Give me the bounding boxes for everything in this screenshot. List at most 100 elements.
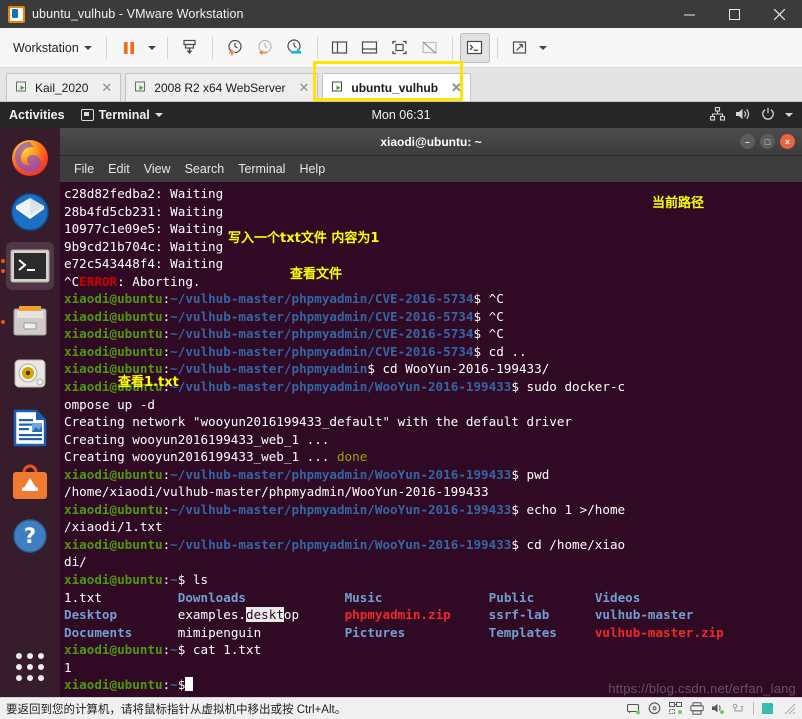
stretch-dropdown-button[interactable] — [535, 33, 551, 63]
chevron-down-icon — [147, 45, 156, 50]
dock-item-libreoffice-writer[interactable] — [6, 404, 54, 452]
dock-item-terminal[interactable] — [1, 242, 54, 290]
status-device-icons — [627, 702, 796, 715]
terminal-minimize-button[interactable]: – — [740, 134, 755, 149]
window-titlebar: ubuntu_vulhub - VMware Workstation — [0, 0, 802, 28]
terminal-menubar: File Edit View Search Terminal Help — [60, 156, 802, 182]
dock-item-thunderbird[interactable] — [6, 188, 54, 236]
ubuntu-software-icon — [13, 464, 47, 499]
close-icon[interactable]: ✕ — [101, 80, 112, 96]
usb-icon[interactable] — [732, 702, 746, 715]
snapshot-take-button[interactable] — [220, 33, 250, 63]
console-view-button[interactable] — [459, 32, 490, 63]
virtual-machine-icon — [332, 81, 345, 94]
vm-tab-ubuntu-vulhub[interactable]: ubuntu_vulhub ✕ — [322, 73, 471, 101]
minimize-button[interactable] — [667, 0, 712, 28]
guest-os-screen: Activities Terminal Mon 06:31 ? xiaodi@u… — [0, 102, 802, 697]
suspend-dropdown-button[interactable] — [144, 33, 160, 63]
printer-icon[interactable] — [690, 702, 704, 715]
close-icon[interactable]: ✕ — [451, 80, 462, 96]
dock-item-help[interactable]: ? — [6, 512, 54, 560]
terminal-close-button[interactable]: × — [780, 134, 795, 149]
svg-text:?: ? — [24, 524, 36, 548]
network-adapter-icon[interactable] — [669, 702, 683, 715]
snapshot-manager-button[interactable] — [280, 33, 310, 63]
terminal-scrollback: c28d82fedba2: Waiting 28b4fd5cb231: Wait… — [64, 186, 724, 693]
terminal-titlebar: xiaodi@ubuntu: ~ – □ × — [60, 128, 802, 156]
running-indicator — [1, 259, 5, 263]
volume-icon[interactable] — [735, 107, 751, 124]
menu-file[interactable]: File — [74, 162, 94, 176]
vm-tab-2008-r2-x64-webserver[interactable]: 2008 R2 x64 WebServer ✕ — [125, 73, 319, 101]
hard-disk-icon[interactable] — [627, 702, 641, 715]
show-applications-icon — [16, 653, 44, 681]
clock[interactable]: Mon 06:31 — [0, 108, 802, 122]
dock-item-ubuntu-software[interactable] — [6, 458, 54, 506]
sound-card-icon[interactable] — [711, 702, 725, 715]
thunderbird-icon — [11, 193, 49, 231]
terminal-title: xiaodi@ubuntu: ~ — [380, 134, 482, 149]
status-message: 要返回到您的计算机，请将鼠标指针从虚拟机中移出或按 Ctrl+Alt。 — [6, 703, 347, 716]
power-icon[interactable] — [761, 107, 775, 124]
resize-grip[interactable] — [782, 702, 796, 715]
close-icon[interactable]: ✕ — [298, 80, 309, 96]
show-library-button[interactable] — [325, 33, 355, 63]
dock-item-show-applications[interactable] — [6, 649, 54, 697]
dock-item-files[interactable] — [1, 296, 54, 344]
window-title: ubuntu_vulhub - VMware Workstation — [32, 7, 244, 21]
menu-help[interactable]: Help — [299, 162, 325, 176]
show-thumbnails-button[interactable] — [355, 33, 385, 63]
vmware-logo-icon — [8, 5, 25, 23]
display-icon[interactable] — [761, 702, 775, 715]
terminal-maximize-button[interactable]: □ — [760, 134, 775, 149]
menu-view[interactable]: View — [144, 162, 171, 176]
maximize-button[interactable] — [712, 0, 757, 28]
power-button[interactable] — [175, 33, 205, 63]
help-icon: ? — [13, 519, 47, 553]
status-divider — [753, 702, 754, 715]
chevron-down-icon — [83, 45, 92, 50]
gnome-top-panel: Activities Terminal Mon 06:31 — [0, 102, 802, 128]
toolbar-divider — [496, 36, 498, 59]
running-indicator — [1, 269, 5, 273]
terminal-icon — [10, 249, 50, 283]
chevron-down-icon[interactable] — [785, 113, 793, 117]
close-button[interactable] — [757, 0, 802, 28]
vm-tab-label: Kail_2020 — [35, 80, 89, 95]
vmware-toolbar: Workstation — [0, 28, 802, 68]
vm-tab-label: 2008 R2 x64 WebServer — [154, 80, 286, 95]
terminal-output-area[interactable]: c28d82fedba2: Waiting 28b4fd5cb231: Wait… — [60, 182, 802, 697]
chevron-down-icon — [538, 45, 547, 50]
stretch-button[interactable] — [505, 33, 535, 63]
terminal-window-controls: – □ × — [740, 134, 795, 149]
system-tray — [709, 106, 793, 124]
ubuntu-dock: ? — [0, 128, 60, 697]
workstation-menu-button[interactable]: Workstation — [6, 37, 99, 59]
menu-terminal[interactable]: Terminal — [238, 162, 285, 176]
toolbar-divider — [316, 36, 318, 59]
window-controls — [667, 0, 802, 28]
toolbar-divider — [105, 36, 107, 59]
suspend-button[interactable] — [114, 33, 144, 63]
running-indicator — [1, 320, 5, 324]
menu-edit[interactable]: Edit — [108, 162, 130, 176]
virtual-machine-icon — [135, 81, 148, 94]
toolbar-divider — [211, 36, 213, 59]
terminal-window: xiaodi@ubuntu: ~ – □ × File Edit View Se… — [60, 128, 802, 697]
network-icon[interactable] — [709, 106, 726, 124]
toolbar-divider — [166, 36, 168, 59]
files-icon — [13, 306, 47, 336]
rhythmbox-icon — [14, 359, 46, 388]
snapshot-revert-button[interactable] — [250, 33, 280, 63]
libreoffice-writer-icon — [13, 409, 47, 447]
full-screen-button[interactable] — [385, 33, 415, 63]
firefox-icon — [12, 140, 48, 176]
toolbar-divider — [451, 36, 453, 59]
dock-item-rhythmbox[interactable] — [6, 350, 54, 398]
menu-search[interactable]: Search — [185, 162, 225, 176]
unity-mode-button[interactable] — [415, 33, 445, 63]
cd-dvd-icon[interactable] — [648, 702, 662, 715]
dock-item-firefox[interactable] — [6, 134, 54, 182]
virtual-machine-icon — [16, 81, 29, 94]
vm-tab-kail-2020[interactable]: Kail_2020 ✕ — [6, 73, 122, 101]
